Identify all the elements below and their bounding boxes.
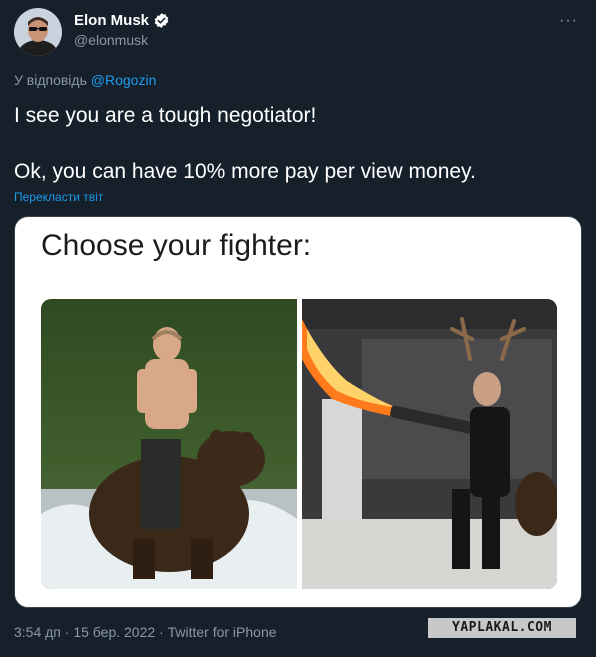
reply-context: У відповідь @Rogozin — [14, 72, 156, 88]
tweet-text-line: I see you are a tough negotiator! — [14, 104, 317, 127]
man-riding-bear-photo — [41, 299, 297, 589]
reply-prefix: У відповідь — [14, 72, 87, 88]
avatar-image — [14, 8, 62, 56]
verified-badge-icon — [153, 12, 170, 29]
avatar[interactable] — [14, 8, 62, 56]
translate-tweet-link[interactable]: Перекласти твіт — [14, 190, 103, 204]
fighter-photo-left — [41, 299, 297, 589]
tweet-text-line: Ok, you can have 10% more pay per view m… — [14, 160, 476, 183]
fighter-photo-right — [302, 299, 557, 589]
author-name[interactable]: Elon Musk — [74, 12, 149, 29]
site-watermark: YAPLAKAL.COM — [428, 618, 576, 638]
tweet-media-image[interactable]: Choose your fighter: — [14, 216, 582, 608]
more-options-icon[interactable]: ··· — [559, 12, 578, 30]
tweet-text: I see you are a tough negotiator! Ok, yo… — [14, 102, 584, 186]
tweet-timestamp[interactable]: 3:54 дп · 15 бер. 2022 · Twitter for iPh… — [14, 624, 277, 640]
reply-mention-link[interactable]: @Rogozin — [91, 72, 157, 88]
tweet-header: Elon Musk @elonmusk ··· — [14, 6, 582, 56]
man-with-flamethrower-photo — [302, 299, 557, 589]
author-handle[interactable]: @elonmusk — [74, 32, 148, 48]
meme-title: Choose your fighter: — [41, 229, 312, 262]
